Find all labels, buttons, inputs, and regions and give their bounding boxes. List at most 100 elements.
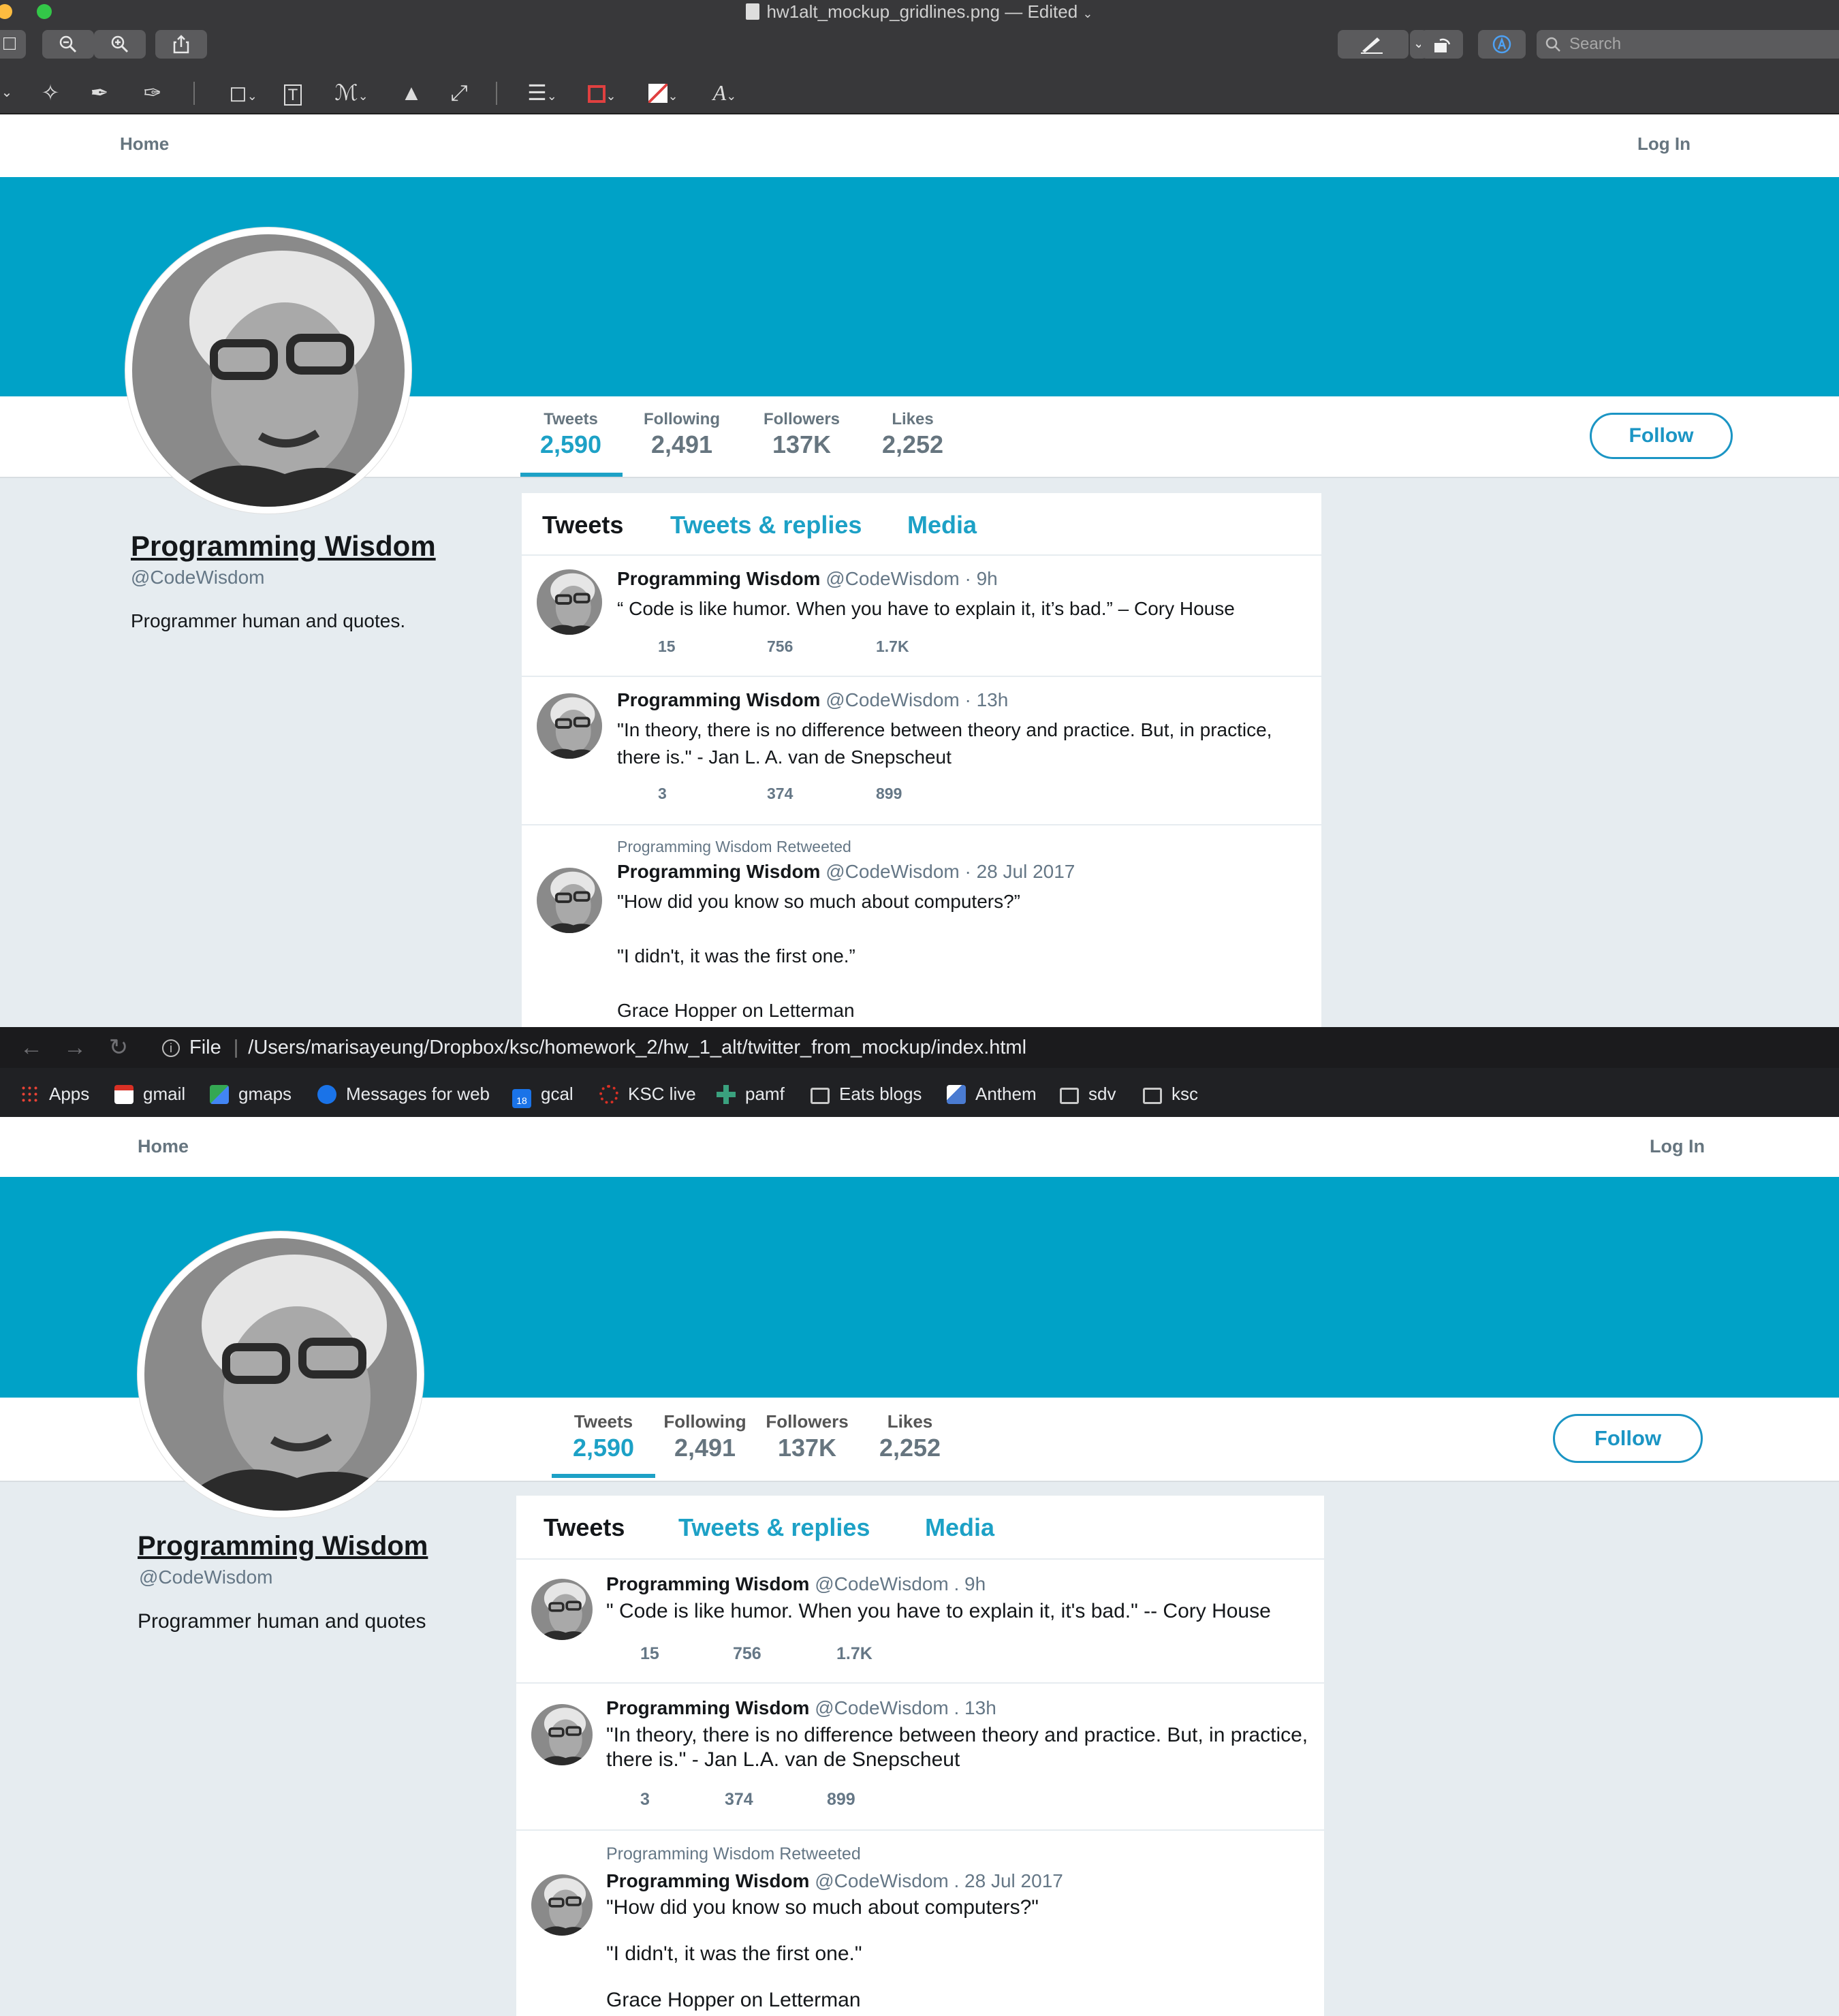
tab-media[interactable]: Media: [907, 511, 977, 539]
bookmark-gcal[interactable]: 18 gcal: [512, 1079, 573, 1109]
profile-bio: Programmer human and quotes.: [131, 610, 406, 631]
bookmark-messages[interactable]: Messages for web: [317, 1079, 490, 1109]
bookmark-ksc-live[interactable]: KSC live: [599, 1079, 696, 1109]
reply-count[interactable]: 3: [640, 1790, 650, 1810]
tweet-avatar[interactable]: [531, 1874, 593, 1936]
sketch-tool-button[interactable]: ✒: [79, 74, 120, 112]
selection-tool-button[interactable]: ⌄: [0, 74, 27, 112]
bookmark-label: gmail: [143, 1084, 186, 1104]
markup-pen-button[interactable]: [1338, 30, 1409, 59]
tweet-author-name[interactable]: Programming Wisdom: [617, 861, 820, 882]
stat-label: Following: [663, 1411, 746, 1432]
bookmark-pamf[interactable]: pamf: [717, 1079, 785, 1109]
text-style-button[interactable]: A⌄: [699, 74, 751, 112]
toolbar-divider: [193, 82, 195, 105]
follow-button[interactable]: Follow: [1553, 1414, 1703, 1463]
bookmark-gmail[interactable]: gmail: [114, 1079, 185, 1109]
tweet-avatar[interactable]: [531, 1579, 593, 1640]
home-link[interactable]: Home: [138, 1136, 189, 1157]
adjust-color-button[interactable]: ▲: [391, 74, 432, 112]
back-button[interactable]: ←: [16, 1033, 46, 1062]
reload-button[interactable]: ↻: [104, 1033, 133, 1062]
forward-button[interactable]: →: [60, 1033, 90, 1062]
address-bar[interactable]: i File | /Users/marisayeung/Dropbox/ksc/hom…: [162, 1034, 1026, 1061]
reply-count[interactable]: 3: [658, 785, 667, 803]
bookmark-eats-blogs[interactable]: Eats blogs: [811, 1079, 922, 1109]
border-color-button[interactable]: ⌄: [576, 74, 628, 112]
profile-handle: @CodeWisdom: [131, 567, 265, 588]
text-tool-button[interactable]: T: [272, 74, 313, 112]
like-count[interactable]: 1.7K: [836, 1644, 873, 1664]
login-link[interactable]: Log In: [1650, 1136, 1705, 1157]
retweet-count[interactable]: 756: [767, 637, 793, 656]
fill-color-button[interactable]: ⌄: [638, 74, 689, 112]
retweet-count[interactable]: 374: [725, 1790, 753, 1810]
tab-tweets-and-replies[interactable]: Tweets & replies: [670, 511, 862, 539]
tweet-avatar[interactable]: [537, 569, 602, 635]
bookmark-gmaps[interactable]: gmaps: [210, 1079, 292, 1109]
like-count[interactable]: 1.7K: [876, 637, 909, 656]
tweet-header: Programming Wisdom @CodeWisdom · 28 Jul …: [617, 861, 1075, 883]
tweet-avatar[interactable]: [531, 1704, 593, 1765]
zoom-in-button[interactable]: [94, 30, 146, 59]
retweet-count[interactable]: 374: [767, 785, 793, 803]
document-title[interactable]: hw1alt_mockup_gridlines.png — Edited ⌄: [0, 1, 1839, 22]
tweet-item[interactable]: Programming Wisdom Retweeted Programming…: [516, 1831, 1324, 2016]
tweet-avatar[interactable]: [537, 693, 602, 759]
bookmark-sdv[interactable]: sdv: [1060, 1079, 1116, 1109]
tweet-avatar[interactable]: [537, 868, 602, 933]
stat-following[interactable]: Following 2,491: [661, 1411, 749, 1462]
bookmarks-bar: Apps gmail gmaps Messages for web 18 gcal…: [0, 1073, 1839, 1114]
stat-followers[interactable]: Followers 137K: [763, 1411, 851, 1462]
reply-count[interactable]: 15: [640, 1644, 659, 1664]
sidebar-toggle-button[interactable]: □: [0, 30, 26, 59]
profile-name[interactable]: Programming Wisdom: [138, 1531, 428, 1562]
tweet-item[interactable]: Programming Wisdom @CodeWisdom · 13h "In…: [522, 677, 1321, 825]
tweet-author-name[interactable]: Programming Wisdom: [617, 568, 820, 589]
profile-name[interactable]: Programming Wisdom: [131, 530, 436, 563]
draw-tool-button[interactable]: ✑: [132, 74, 173, 112]
zoom-out-button[interactable]: [42, 30, 94, 59]
ksc-icon: [599, 1085, 618, 1104]
reply-count[interactable]: 15: [658, 637, 676, 656]
tweet-item[interactable]: Programming Wisdom @CodeWisdom . 13h "In…: [516, 1684, 1324, 1831]
sign-button[interactable]: ℳ⌄: [324, 74, 379, 112]
retweet-count[interactable]: 756: [733, 1644, 761, 1664]
stat-tweets[interactable]: Tweets 2,590: [563, 1411, 644, 1462]
share-button[interactable]: [155, 30, 207, 59]
tweet-item[interactable]: Programming Wisdom @CodeWisdom . 9h " Co…: [516, 1560, 1324, 1684]
tab-tweets-and-replies[interactable]: Tweets & replies: [678, 1513, 870, 1542]
stat-likes[interactable]: Likes 2,252: [875, 410, 951, 459]
stat-label: Tweets: [544, 410, 598, 428]
stat-tweets[interactable]: Tweets 2,590: [533, 410, 609, 459]
login-link[interactable]: Log In: [1637, 133, 1691, 155]
shape-style-button[interactable]: ☰⌄: [515, 74, 569, 112]
bookmark-anthem[interactable]: Anthem: [947, 1079, 1037, 1109]
home-link[interactable]: Home: [120, 133, 169, 155]
tweet-author-name[interactable]: Programming Wisdom: [606, 1870, 809, 1891]
tweet-author-name[interactable]: Programming Wisdom: [617, 689, 820, 710]
tweet-item[interactable]: Programming Wisdom Retweeted Programming…: [522, 825, 1321, 1027]
tab-media[interactable]: Media: [925, 1513, 994, 1542]
preview-search-field[interactable]: Search: [1537, 30, 1839, 59]
stat-followers[interactable]: Followers 137K: [756, 410, 847, 459]
search-icon: [1545, 37, 1560, 52]
annotate-button[interactable]: [1478, 30, 1526, 59]
stat-following[interactable]: Following 2,491: [636, 410, 727, 459]
bookmark-apps[interactable]: Apps: [20, 1079, 89, 1109]
stat-likes[interactable]: Likes 2,252: [869, 1411, 951, 1462]
shapes-button[interactable]: ◻⌄: [218, 74, 268, 112]
tab-tweets[interactable]: Tweets: [542, 511, 623, 539]
tweet-author-name[interactable]: Programming Wisdom: [606, 1573, 809, 1594]
tweet-author-name[interactable]: Programming Wisdom: [606, 1697, 809, 1718]
follow-button[interactable]: Follow: [1590, 413, 1733, 459]
rotate-button[interactable]: [1421, 30, 1463, 59]
adjust-size-button[interactable]: ⤢: [439, 74, 480, 112]
like-count[interactable]: 899: [876, 785, 902, 803]
tweet-item[interactable]: Programming Wisdom @CodeWisdom · 9h “ Co…: [522, 556, 1321, 677]
instant-alpha-button[interactable]: ✧: [30, 74, 71, 112]
top-navigation: Home Log In: [0, 114, 1839, 177]
tab-tweets[interactable]: Tweets: [544, 1513, 625, 1542]
like-count[interactable]: 899: [827, 1790, 855, 1810]
bookmark-ksc[interactable]: ksc: [1143, 1079, 1198, 1109]
